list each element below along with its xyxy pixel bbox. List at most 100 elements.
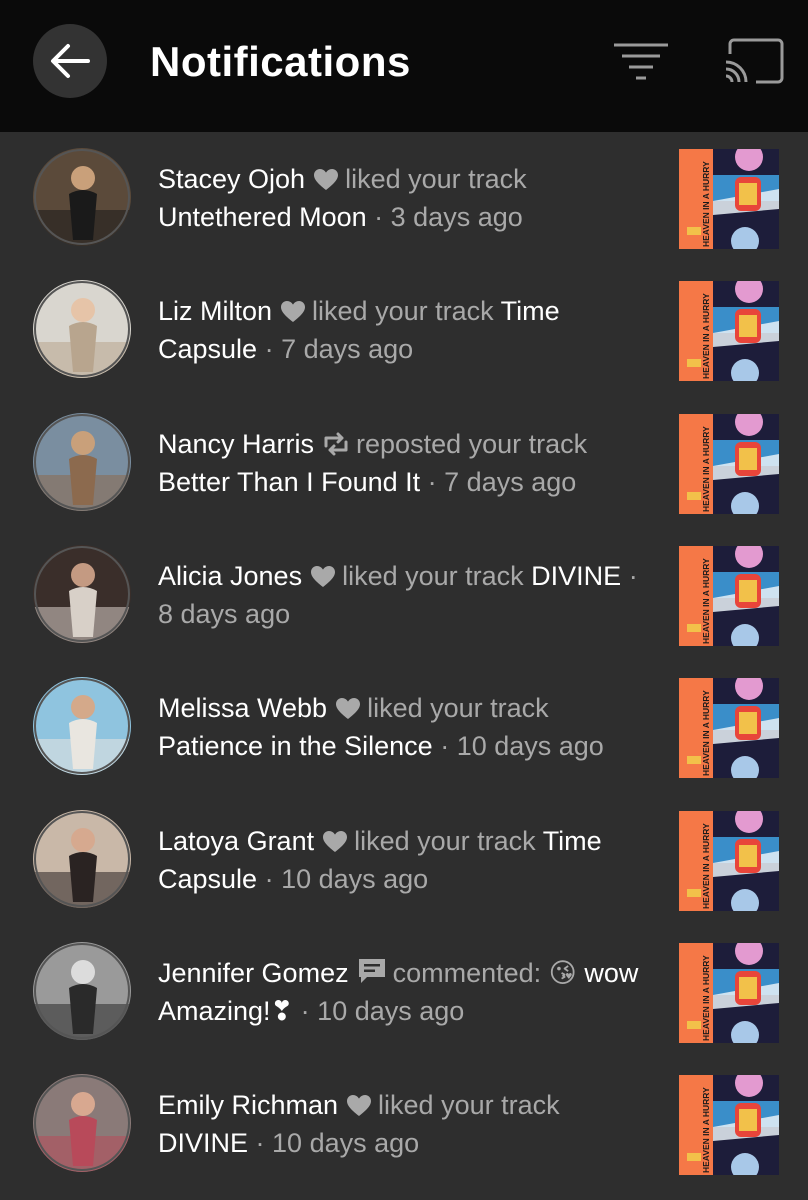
track-title[interactable]: Patience in the Silence <box>158 731 433 761</box>
album-art-image: HEAVEN IN A HURRY <box>679 545 779 646</box>
svg-text:HEAVEN IN A HURRY: HEAVEN IN A HURRY <box>701 293 711 379</box>
action-text: commented: 😘 <box>392 957 577 988</box>
notification-row[interactable]: Melissa Webb liked your track Patience in… <box>0 661 808 793</box>
notification-row[interactable]: Jennifer Gomez commented: 😘 wow Amazing!❣… <box>0 926 808 1058</box>
timestamp: 8 days ago <box>158 598 291 629</box>
track-artwork[interactable]: HEAVEN IN A HURRY <box>679 545 779 646</box>
comment-icon <box>358 958 385 983</box>
filter-button[interactable] <box>612 40 670 86</box>
heart-icon <box>323 830 348 852</box>
avatar[interactable] <box>33 1074 131 1173</box>
action-text: liked your track <box>345 164 527 194</box>
timestamp: 10 days ago <box>317 995 465 1026</box>
notification-text: Stacey Ojoh liked your track Untethered M… <box>158 164 527 232</box>
track-artwork[interactable]: HEAVEN IN A HURRY <box>679 1075 779 1176</box>
avatar[interactable] <box>33 941 131 1040</box>
action-icon <box>280 297 306 332</box>
action-icon <box>335 694 361 729</box>
svg-text:HEAVEN IN A HURRY: HEAVEN IN A HURRY <box>701 161 711 247</box>
user-name[interactable]: Nancy Harris <box>158 429 314 459</box>
track-artwork[interactable]: HEAVEN IN A HURRY <box>679 281 779 382</box>
page-title: Notifications <box>150 38 411 85</box>
arrow-left-icon <box>51 44 90 78</box>
avatar[interactable] <box>33 148 131 246</box>
notification-text: Liz Milton liked your track Time Capsule … <box>158 296 560 365</box>
album-art-image: HEAVEN IN A HURRY <box>679 678 779 779</box>
notification-text: Alicia Jones liked your track DIVINE · 8 … <box>158 560 638 629</box>
notification-text: Latoya Grant liked your track Time Capsul… <box>158 825 602 894</box>
avatar-image <box>33 412 131 511</box>
notification-text: Nancy Harris reposted your track Better T… <box>158 428 588 497</box>
user-name[interactable]: Latoya Grant <box>158 826 314 856</box>
notification-row[interactable]: Latoya Grant liked your track Time Capsul… <box>0 794 808 926</box>
album-art-image: HEAVEN IN A HURRY <box>679 942 779 1043</box>
avatar-image <box>33 941 131 1040</box>
notification-row[interactable]: Liz Milton liked your track Time Capsule … <box>0 264 808 396</box>
action-text: liked your track <box>354 825 536 856</box>
track-artwork[interactable]: HEAVEN IN A HURRY <box>679 149 779 249</box>
track-artwork[interactable]: HEAVEN IN A HURRY <box>679 942 779 1043</box>
back-button[interactable] <box>33 24 107 98</box>
svg-text:HEAVEN IN A HURRY: HEAVEN IN A HURRY <box>701 425 711 511</box>
album-art-image: HEAVEN IN A HURRY <box>679 413 779 514</box>
cast-button[interactable] <box>722 36 786 88</box>
user-name[interactable]: Liz Milton <box>158 296 272 326</box>
track-artwork[interactable]: HEAVEN IN A HURRY <box>679 413 779 514</box>
action-text: liked your track <box>378 1090 560 1121</box>
action-icon <box>322 827 348 862</box>
action-icon <box>322 430 350 465</box>
svg-text:HEAVEN IN A HURRY: HEAVEN IN A HURRY <box>701 955 711 1041</box>
timestamp: 10 days ago <box>281 863 429 894</box>
heart-icon <box>311 565 336 587</box>
timestamp: 7 days ago <box>281 334 414 365</box>
user-name[interactable]: Stacey Ojoh <box>158 164 305 194</box>
svg-text:HEAVEN IN A HURRY: HEAVEN IN A HURRY <box>701 690 711 776</box>
action-text: liked your track <box>342 560 524 591</box>
heart-icon <box>336 698 361 720</box>
svg-text:HEAVEN IN A HURRY: HEAVEN IN A HURRY <box>701 558 711 644</box>
action-text: reposted your track <box>356 428 588 459</box>
action-icon <box>346 1091 372 1126</box>
timestamp: 10 days ago <box>272 1128 420 1159</box>
track-artwork[interactable]: HEAVEN IN A HURRY <box>679 810 779 911</box>
svg-text:HEAVEN IN A HURRY: HEAVEN IN A HURRY <box>701 1087 711 1173</box>
timestamp: 10 days ago <box>456 731 604 762</box>
action-icon <box>310 562 336 597</box>
album-art-image: HEAVEN IN A HURRY <box>679 281 779 382</box>
avatar-image <box>33 148 131 246</box>
track-title[interactable]: DIVINE <box>158 1128 248 1158</box>
avatar-image <box>33 809 131 908</box>
notification-row[interactable]: Alicia Jones liked your track DIVINE · 8 … <box>0 529 808 661</box>
avatar-image <box>33 544 131 643</box>
user-name[interactable]: Alicia Jones <box>158 561 302 591</box>
heart-icon <box>314 169 339 190</box>
track-title[interactable]: DIVINE <box>531 561 621 591</box>
user-name[interactable]: Melissa Webb <box>158 693 327 723</box>
avatar[interactable] <box>33 677 131 776</box>
notification-row[interactable]: Emily Richman liked your track DIVINE · 1… <box>0 1058 808 1190</box>
action-icon <box>313 165 339 200</box>
user-name[interactable]: Emily Richman <box>158 1090 338 1120</box>
timestamp: 7 days ago <box>444 466 577 497</box>
avatar-image <box>33 1074 131 1173</box>
notification-row[interactable]: Stacey Ojoh liked your track Untethered M… <box>0 132 808 264</box>
track-artwork[interactable]: HEAVEN IN A HURRY <box>679 678 779 779</box>
track-title[interactable]: Untethered Moon <box>158 202 367 232</box>
album-art-image: HEAVEN IN A HURRY <box>679 149 779 249</box>
avatar[interactable] <box>33 412 131 511</box>
avatar[interactable] <box>33 544 131 643</box>
avatar[interactable] <box>33 809 131 908</box>
repost-icon <box>324 432 348 456</box>
filter-icon <box>614 43 668 80</box>
action-text: liked your track <box>367 693 549 724</box>
notification-text: Jennifer Gomez commented: 😘 wow Amazing!❣… <box>158 957 639 1026</box>
notification-text: Melissa Webb liked your track Patience in… <box>158 693 604 762</box>
notification-row[interactable]: Nancy Harris reposted your track Better T… <box>0 397 808 529</box>
user-name[interactable]: Jennifer Gomez <box>158 958 349 988</box>
avatar[interactable] <box>33 280 131 379</box>
cast-icon <box>725 38 784 84</box>
timestamp: 3 days ago <box>390 202 523 232</box>
avatar-image <box>33 677 131 776</box>
avatar-image <box>33 280 131 379</box>
track-title[interactable]: Better Than I Found It <box>158 467 420 497</box>
